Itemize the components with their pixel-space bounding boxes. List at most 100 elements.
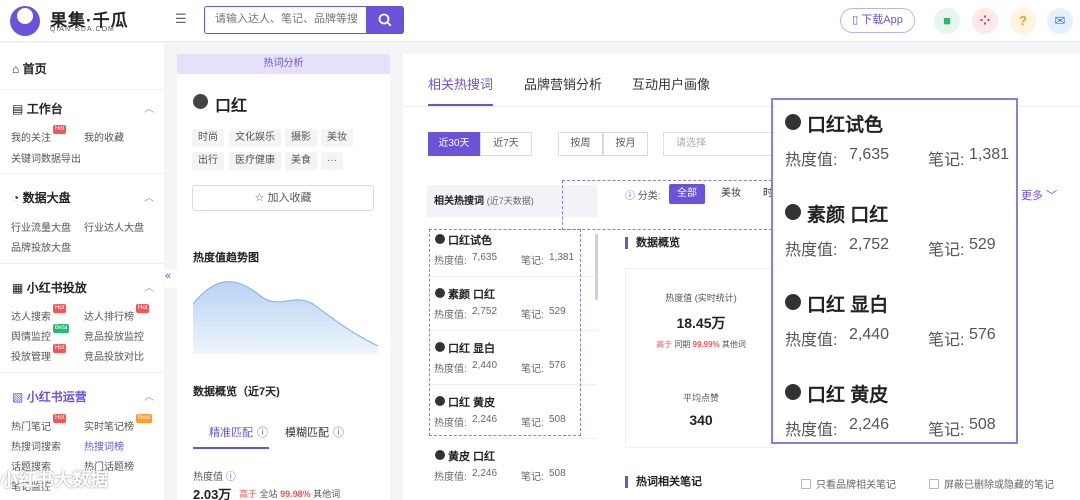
zoom-heat-value: 2,752 bbox=[849, 236, 890, 253]
zoom-notes-label: 笔记: bbox=[928, 422, 965, 439]
help-icon[interactable]: ⓘ bbox=[257, 424, 268, 440]
search-input[interactable] bbox=[215, 13, 365, 25]
tab-related-searches[interactable]: 相关热搜词 bbox=[428, 74, 493, 93]
pie-chart-icon: ◔ bbox=[12, 191, 20, 205]
help-icon[interactable]: ⓘ bbox=[625, 191, 635, 202]
more-label: 更多 bbox=[1021, 190, 1043, 202]
range-7-days[interactable]: 近7天 bbox=[480, 132, 532, 156]
keyword-tag: 时尚 bbox=[192, 129, 224, 147]
zoom-keyword[interactable]: 素颜 口红 bbox=[807, 200, 888, 227]
sidebar-section-workbench[interactable]: ▤ 工作台 bbox=[12, 100, 63, 117]
flame-icon bbox=[785, 114, 801, 130]
collapse-sidebar-icon[interactable]: « bbox=[165, 270, 177, 288]
trend-chart-title: 热度值趋势图 bbox=[193, 252, 259, 264]
section-title: 数据大盘 bbox=[22, 191, 71, 205]
category-all[interactable]: 全部 bbox=[669, 184, 705, 204]
tab-user-profile[interactable]: 互动用户画像 bbox=[632, 74, 710, 93]
heat-label: 热度值: bbox=[434, 472, 467, 483]
active-tab-underline bbox=[193, 447, 269, 449]
stat-label-text: 热度值 bbox=[193, 472, 223, 483]
logo-mark-icon bbox=[10, 6, 40, 36]
section-title: 小红书运营 bbox=[26, 390, 87, 404]
sidebar-item-industry-kol[interactable]: 行业达人大盘 bbox=[84, 219, 144, 234]
sidebar-item-hot-search-ranking[interactable]: 热搜词榜 bbox=[84, 438, 124, 453]
watermark: 小红书大数据 bbox=[0, 470, 108, 490]
keyword-analysis-tab[interactable]: 热词分析 bbox=[177, 54, 390, 74]
sidebar-item-placement-management[interactable]: 投放管理 bbox=[11, 348, 51, 363]
chevron-up-icon[interactable]: ︿ bbox=[144, 388, 154, 403]
sidebar-item-competitor-compare[interactable]: 竞品投放对比 bbox=[84, 348, 144, 363]
chevron-up-icon[interactable]: ︿ bbox=[144, 100, 154, 115]
zoomed-keyword-list: 口红试色 热度值: 7,635 笔记: 1,381 素颜 口红 热度值: 2,7… bbox=[771, 98, 1018, 444]
keyword-title: 口红 bbox=[215, 98, 248, 115]
zoom-heat-value: 2,246 bbox=[849, 416, 890, 433]
gift-icon[interactable]: ■ bbox=[934, 8, 960, 34]
sidebar-item-competitor-monitor[interactable]: 竞品投放监控 bbox=[84, 328, 144, 343]
list-header-note: (近7天数据) bbox=[486, 196, 534, 206]
sidebar-item-my-favorites[interactable]: 我的收藏 bbox=[84, 129, 124, 144]
menu-toggle-icon[interactable]: ☰ bbox=[175, 12, 189, 26]
sidebar-section-xhs-operations[interactable]: ▧ 小红书运营 bbox=[12, 388, 87, 405]
heat-value-label: 热度值 ⓘ bbox=[193, 468, 236, 483]
help-icon[interactable]: ⓘ bbox=[333, 424, 344, 440]
sidebar-item-realtime-notes[interactable]: 实时笔记榜 bbox=[84, 418, 134, 433]
keyword-tag: 文化娱乐 bbox=[229, 129, 281, 147]
sidebar-item-hot-search[interactable]: 热搜词搜索 bbox=[11, 438, 61, 453]
brand-notes-checkbox[interactable]: 只看品牌相关笔记 bbox=[801, 476, 896, 491]
compare-suffix: 其他词 bbox=[313, 489, 341, 499]
tab-brand-marketing[interactable]: 品牌营销分析 bbox=[524, 74, 602, 93]
logo-domain: QIAN-GUA.COM bbox=[50, 26, 115, 33]
message-icon[interactable]: ✉ bbox=[1047, 8, 1073, 34]
sidebar-item-keyword-export[interactable]: 关键词数据导出 bbox=[11, 150, 81, 165]
download-label: 下载App bbox=[861, 14, 903, 26]
sidebar-item-sentiment-monitor[interactable]: 舆情监控 bbox=[11, 328, 51, 343]
sidebar-item-home[interactable]: ⌂ 首页 bbox=[12, 60, 47, 77]
zoom-keyword[interactable]: 口红 黄皮 bbox=[807, 380, 888, 407]
tab-exact-match[interactable]: 精准匹配 bbox=[209, 424, 253, 440]
placement-icon: ▦ bbox=[12, 281, 24, 295]
period-monthly[interactable]: 按月 bbox=[603, 132, 648, 156]
help-icon[interactable]: ⓘ bbox=[226, 472, 236, 483]
download-app-button[interactable]: ▯ 下载App bbox=[840, 8, 915, 33]
range-30-days[interactable]: 近30天 bbox=[428, 132, 480, 156]
compare-suffix: 其他词 bbox=[721, 340, 746, 349]
zoom-notes-label: 笔记: bbox=[928, 152, 965, 169]
checkbox-label: 屏蔽已删除或隐藏的笔记 bbox=[944, 480, 1054, 491]
sidebar-item-hot-notes[interactable]: 热门笔记 bbox=[11, 418, 51, 433]
chevron-up-icon[interactable]: ︿ bbox=[144, 189, 154, 204]
more-tags[interactable]: ··· bbox=[321, 152, 343, 170]
top-header: 果集·千瓜 QIAN-GUA.COM ☰ ▯ 下载App ■ ⁘ ? ✉ bbox=[0, 0, 1080, 42]
sidebar-item-my-follows[interactable]: 我的关注 bbox=[11, 129, 51, 144]
search-button[interactable] bbox=[366, 6, 404, 34]
apps-icon[interactable]: ⁘ bbox=[972, 8, 998, 34]
notes-value: 508 bbox=[549, 468, 566, 479]
sidebar-item-industry-traffic[interactable]: 行业流量大盘 bbox=[11, 219, 71, 234]
zoom-notes-value: 529 bbox=[969, 236, 996, 253]
sidebar-item-kol-ranking[interactable]: 达人排行榜 bbox=[84, 308, 134, 323]
category-beauty[interactable]: 美妆 bbox=[713, 184, 749, 204]
period-weekly[interactable]: 按周 bbox=[558, 132, 603, 156]
keyword-tag: 医疗健康 bbox=[229, 152, 281, 170]
sidebar-item-kol-search[interactable]: 达人搜索 bbox=[11, 308, 51, 323]
related-keyword[interactable]: 黄皮 口红 bbox=[448, 448, 495, 464]
sidebar-section-data-dashboard[interactable]: ◔ 数据大盘 bbox=[12, 189, 71, 206]
tab-fuzzy-match[interactable]: 模糊匹配 bbox=[285, 424, 329, 440]
sidebar-item-brand-placement[interactable]: 品牌投放大盘 bbox=[11, 239, 71, 254]
heat-realtime-value: 18.45万 bbox=[676, 315, 726, 331]
logo[interactable]: 果集·千瓜 QIAN-GUA.COM bbox=[10, 6, 160, 36]
hide-deleted-checkbox[interactable]: 屏蔽已删除或隐藏的笔记 bbox=[929, 476, 1054, 491]
chevron-up-icon[interactable]: ︿ bbox=[144, 279, 154, 294]
add-favorite-button[interactable]: ☆ 加入收藏 bbox=[192, 185, 374, 211]
more-categories-button[interactable]: 更多 ﹀ bbox=[1021, 187, 1057, 203]
zoom-keyword[interactable]: 口红 显白 bbox=[807, 290, 888, 317]
divider bbox=[0, 89, 164, 90]
zoom-notes-value: 576 bbox=[969, 326, 996, 343]
keyword-tag: 美妆 bbox=[321, 129, 353, 147]
zoom-keyword[interactable]: 口红试色 bbox=[807, 110, 883, 137]
help-icon[interactable]: ? bbox=[1010, 8, 1036, 34]
overview-title: 数据概览（近7天) bbox=[193, 386, 280, 398]
list-scrollbar[interactable] bbox=[595, 234, 598, 300]
sidebar-section-xhs-placement[interactable]: ▦ 小红书投放 bbox=[12, 279, 87, 296]
keyword-panel: 热词分析 口红 时尚 文化娱乐 摄影 美妆 出行 医疗健康 美食 ··· ☆ 加… bbox=[177, 54, 390, 500]
notes-label: 笔记: bbox=[521, 472, 544, 483]
